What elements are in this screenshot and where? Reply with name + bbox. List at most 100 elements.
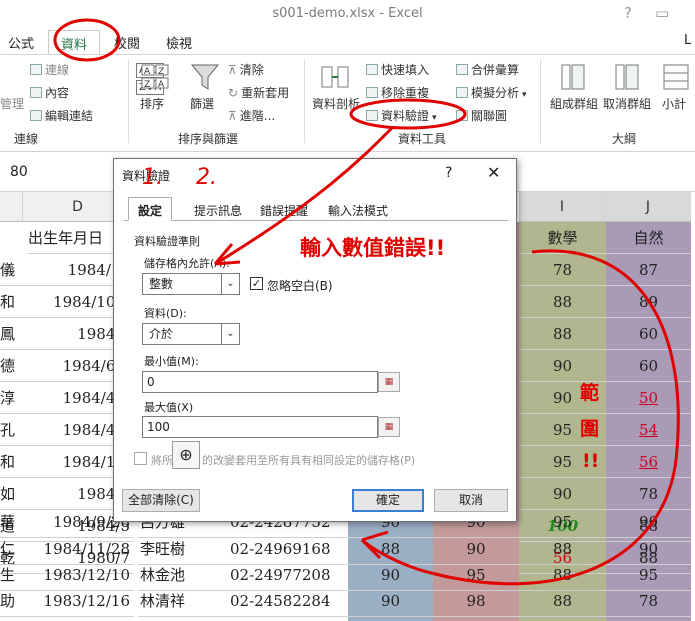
score-cell[interactable]: 90: [348, 585, 433, 617]
science-cell[interactable]: 87: [606, 254, 691, 286]
advanced-icon: ⊼: [228, 109, 237, 123]
math-cell[interactable]: 78: [519, 254, 606, 286]
science-cell-invalid[interactable]: 54: [606, 414, 691, 446]
ribbon: 管理 連線 內容 編輯連結 連線 A↓ZZ↓A A Z Z A 排序 篩選 ⊼清…: [0, 54, 695, 152]
tab-data[interactable]: 資料: [48, 30, 101, 55]
science-cell[interactable]: 89: [606, 286, 691, 318]
name-cell[interactable]: 和: [0, 446, 24, 478]
header-math[interactable]: 數學: [519, 222, 606, 254]
allow-value: 整數: [149, 277, 174, 291]
tab-input-message[interactable]: 提示訊息: [188, 202, 248, 219]
name-cell[interactable]: 助: [0, 585, 24, 617]
flash-fill-button[interactable]: 快速填入: [366, 61, 429, 78]
range-selector-icon[interactable]: ▦: [378, 417, 400, 437]
ok-button[interactable]: 確定: [352, 489, 424, 512]
separator: [128, 59, 129, 143]
student-name-cell[interactable]: 林清祥: [138, 585, 226, 617]
reapply-icon: ↻: [228, 86, 239, 100]
max-value-input[interactable]: 100: [142, 416, 378, 438]
header-science[interactable]: 自然: [606, 222, 691, 254]
math-cell[interactable]: 88: [519, 318, 606, 350]
phone-cell[interactable]: 02-24582284: [226, 585, 348, 617]
tab-settings[interactable]: 設定: [128, 197, 173, 221]
advanced-filter-button[interactable]: ⊼ 進階...: [228, 107, 275, 124]
data-validation-button[interactable]: 資料驗證 ▾: [366, 107, 437, 124]
data-validation-icon: [366, 110, 378, 121]
science-cell[interactable]: 78: [606, 585, 691, 617]
help-button[interactable]: ?: [624, 4, 632, 22]
name-cell[interactable]: 和: [0, 286, 24, 318]
group-button[interactable]: 組成群組: [550, 95, 598, 112]
sort-button[interactable]: 排序: [140, 95, 164, 112]
math-cell[interactable]: 88: [519, 286, 606, 318]
group-connections: 連線: [14, 132, 39, 146]
restore-button[interactable]: ▭: [655, 4, 669, 22]
remove-duplicates-button[interactable]: 移除重複: [366, 84, 429, 101]
chevron-down-icon: ⌄: [221, 274, 239, 294]
validation-criteria-label: 資料驗證準則: [134, 235, 200, 248]
allow-dropdown[interactable]: 整數 ⌄: [142, 273, 240, 295]
max-label: 最大值(X): [144, 401, 194, 414]
subtotal-button[interactable]: 小計: [662, 95, 686, 112]
what-if-button[interactable]: 模擬分析 ▾: [456, 84, 527, 101]
cancel-button[interactable]: 取消: [434, 489, 508, 512]
tab-review[interactable]: 校閱: [114, 33, 140, 52]
ignore-blank-checkbox[interactable]: ✓: [250, 277, 263, 290]
dialog-close-button[interactable]: ✕: [487, 163, 500, 182]
annotation-step-one: 1.: [142, 165, 163, 190]
tab-view[interactable]: 檢視: [166, 33, 192, 52]
group-sort-filter: 排序與篩選: [178, 132, 239, 146]
ungroup-button[interactable]: 取消群組: [603, 95, 651, 112]
science-cell-invalid[interactable]: 56: [606, 446, 691, 478]
consolidate-button[interactable]: 合併彙算: [456, 61, 519, 78]
name-cell[interactable]: 孔: [0, 414, 24, 446]
score-cell[interactable]: 98: [433, 585, 519, 617]
column-header-c[interactable]: [0, 192, 23, 222]
separator: [304, 59, 305, 143]
manage-connections-button[interactable]: 管理: [0, 95, 24, 112]
column-header-j[interactable]: J: [606, 192, 691, 222]
science-cell[interactable]: 60: [606, 350, 691, 382]
tab-ime-mode[interactable]: 輸入法模式: [322, 202, 394, 219]
apply-all-label: 的改變套用至所有具有相同設定的儲存格(P): [202, 454, 416, 467]
data-operator-dropdown[interactable]: 介於 ⌄: [142, 323, 240, 345]
annotation-range-2: 圍: [580, 418, 600, 440]
connections-button[interactable]: 連線: [30, 61, 69, 78]
tab-formulas[interactable]: 公式: [8, 33, 34, 52]
name-cell[interactable]: 淳: [0, 382, 24, 414]
filter-button[interactable]: 篩選: [190, 95, 214, 112]
text-to-columns-button[interactable]: 資料剖析: [312, 95, 360, 112]
tab-error-alert[interactable]: 錯誤提醒: [254, 202, 314, 219]
relationships-icon: [456, 110, 468, 121]
apply-all-checkbox[interactable]: [134, 452, 147, 465]
reapply-button[interactable]: ↻ 重新套用: [228, 84, 289, 101]
min-value-input[interactable]: 0: [142, 371, 378, 393]
birth-cell[interactable]: 1983/12/16: [24, 585, 134, 617]
column-header-i[interactable]: I: [519, 192, 606, 222]
subtotal-icon: [663, 64, 689, 90]
clear-button[interactable]: ⊼ 清除: [228, 61, 264, 78]
relationships-button[interactable]: 關聯圖: [456, 107, 507, 124]
min-label: 最小值(M):: [144, 355, 199, 368]
properties-button[interactable]: 內容: [30, 84, 69, 101]
formula-value: 80: [10, 164, 28, 180]
name-cell[interactable]: 德: [0, 350, 24, 382]
svg-text:A: A: [158, 80, 165, 90]
data-operator-value: 介於: [149, 327, 174, 341]
annotation-error-note: 輸入數值錯誤!!: [300, 236, 446, 260]
science-cell[interactable]: 60: [606, 318, 691, 350]
remove-duplicates-icon: [366, 87, 378, 98]
clear-all-button[interactable]: 全部清除(C): [122, 489, 200, 512]
name-cell[interactable]: 儀: [0, 254, 24, 286]
science-cell-invalid[interactable]: 50: [606, 382, 691, 414]
data-validation-dialog: 資料驗證 ? ✕ 設定 提示訊息 錯誤提醒 輸入法模式 資料驗證準則 儲存格內允…: [113, 158, 517, 522]
group-data-tools: 資料工具: [398, 132, 447, 146]
range-selector-icon[interactable]: ▦: [378, 372, 400, 392]
math-cell[interactable]: 88: [519, 585, 606, 617]
dialog-help-button[interactable]: ?: [445, 165, 452, 181]
name-cell[interactable]: 鳳: [0, 318, 24, 350]
separator: [540, 59, 541, 143]
consolidate-icon: [456, 64, 468, 75]
sort-icon[interactable]: A Z Z A: [140, 63, 170, 91]
edit-links-button[interactable]: 編輯連結: [30, 107, 93, 124]
